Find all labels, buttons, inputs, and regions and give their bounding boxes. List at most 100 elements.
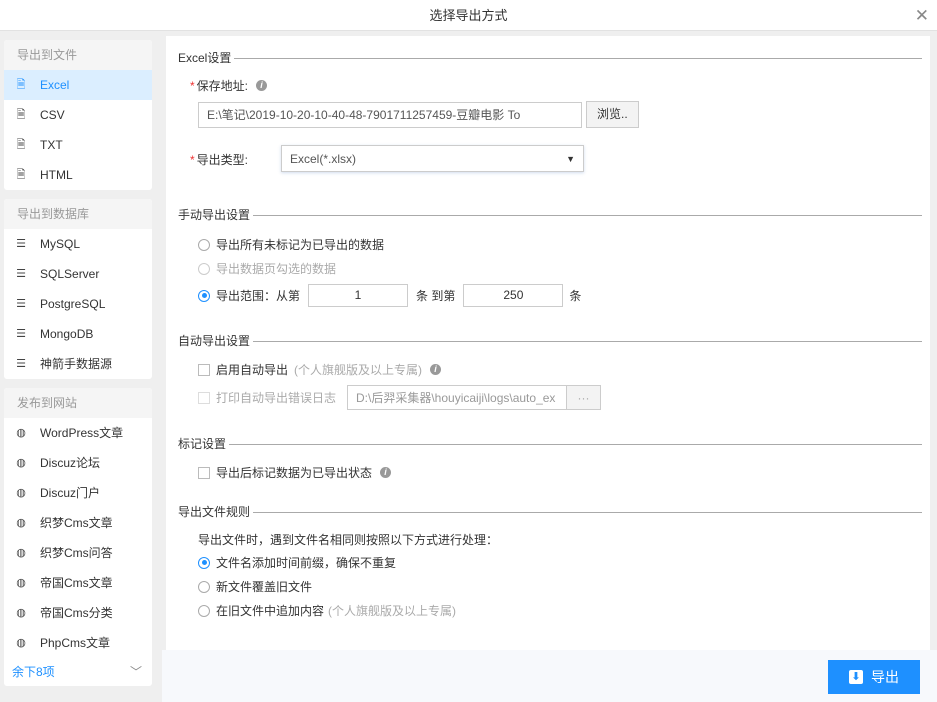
section-title: Excel设置 [178, 51, 232, 65]
radio-export-all[interactable]: 导出所有未标记为已导出的数据 [198, 236, 384, 253]
info-icon[interactable]: i [256, 80, 268, 91]
radio-icon[interactable] [198, 604, 210, 617]
settings-panel: Excel设置 * 保存地址: i E:\笔记\2019-10-20-10-40-4… [166, 36, 930, 650]
info-icon[interactable]: i [430, 364, 442, 375]
sidebar: 导出到文件 🗎 Excel 🗎 CSV 🗎 TXT 🗎 HTML 导出到数据库 ☰ MySQL ☰ SQL… [4, 40, 152, 695]
save-path-input[interactable]: E:\笔记\2019-10-20-10-40-48-7901711257459-… [198, 101, 582, 128]
sidebar-item--cms-[interactable]: ◍ 帝国Cms文章 [4, 568, 152, 598]
radio-icon[interactable] [198, 580, 210, 593]
checkbox-label: 打印自动导出错误日志 [216, 391, 337, 405]
sidebar-item--cms-[interactable]: ◍ 帝国Cms分类 [4, 598, 152, 628]
edition-note: (个人旗舰版及以上专属) [294, 363, 423, 377]
dropdown-arrow-icon: ▼ [566, 153, 575, 164]
sidebar-item-label: TXT [40, 138, 63, 152]
radio-icon[interactable] [198, 238, 210, 251]
sidebar-item-postgresql[interactable]: ☰ PostgreSQL [4, 289, 152, 319]
info-icon[interactable]: i [380, 467, 392, 478]
sidebar-group-header: 导出到文件 [4, 40, 152, 70]
range-unit-label: 条 到第 [416, 289, 456, 303]
sidebar-item-label: 织梦Cms文章 [40, 516, 113, 530]
select-value: Excel(*.xlsx) [290, 151, 357, 166]
log-path-input: D:\后羿采集器\houyicaiji\logs\auto_ex [347, 385, 567, 410]
file-icon: 🗎 [16, 139, 26, 151]
sidebar-item-csv[interactable]: 🗎 CSV [4, 100, 152, 130]
globe-icon: ◍ [16, 517, 26, 529]
log-browse-button: ··· [567, 385, 601, 410]
checkbox-enable-auto[interactable]: 启用自动导出 (个人旗舰版及以上专属) i [198, 361, 442, 378]
radio-add-timestamp[interactable]: 文件名添加时间前缀，确保不重复 [198, 554, 396, 571]
rules-description: 导出文件时，遇到文件名相同则按照以下方式进行处理： [198, 533, 499, 547]
sidebar-item-wordpress-[interactable]: ◍ WordPress文章 [4, 418, 152, 448]
section-excel: Excel设置 [178, 49, 922, 66]
close-icon[interactable]: ✕ [915, 0, 929, 31]
sidebar-item-label: PhpCms文章 [40, 636, 111, 650]
radio-icon[interactable] [198, 289, 210, 302]
file-icon: 🗎 [16, 169, 26, 181]
section-title: 导出文件规则 [178, 505, 251, 519]
chevron-down-icon: ﹀ [129, 665, 142, 679]
section-title: 标记设置 [178, 437, 227, 451]
sidebar-item-discuz-[interactable]: ◍ Discuz论坛 [4, 448, 152, 478]
checkbox-icon[interactable] [198, 363, 210, 376]
sidebar-item-label: Excel [40, 78, 70, 92]
radio-label: 导出所有未标记为已导出的数据 [216, 238, 385, 252]
sidebar-group: 导出到文件 🗎 Excel 🗎 CSV 🗎 TXT 🗎 HTML [4, 40, 152, 190]
sidebar-item-label: 神箭手数据源 [40, 357, 113, 371]
globe-icon: ◍ [16, 577, 26, 589]
sidebar-group: 导出到数据库 ☰ MySQL ☰ SQLServer ☰ PostgreSQL ☰ MongoD… [4, 199, 152, 379]
radio-export-checked: 导出数据页勾选的数据 [198, 260, 336, 277]
show-more-label: 余下8项 [12, 665, 55, 679]
radio-export-range[interactable]: 导出范围：从第 1 条 到第 250 条 [198, 284, 581, 307]
section-mark: 标记设置 [178, 435, 922, 452]
section-title: 手动导出设置 [178, 208, 251, 222]
radio-icon [198, 262, 210, 275]
sidebar-item-discuz-[interactable]: ◍ Discuz门户 [4, 478, 152, 508]
export-type-label: 导出类型: [196, 153, 249, 167]
sidebar-item-phpcms-[interactable]: ◍ PhpCms文章 [4, 628, 152, 658]
sidebar-item-mysql[interactable]: ☰ MySQL [4, 229, 152, 259]
section-rules: 导出文件规则 [178, 503, 922, 520]
file-icon: 🗎 [16, 109, 26, 121]
sidebar-item--cms-[interactable]: ◍ 织梦Cms问答 [4, 538, 152, 568]
checkbox-label: 导出后标记数据为已导出状态 [216, 466, 373, 480]
section-title: 自动导出设置 [178, 334, 251, 348]
sidebar-item-html[interactable]: 🗎 HTML [4, 160, 152, 190]
export-button[interactable]: ⬇ 导出 [828, 660, 920, 694]
sidebar-item-excel[interactable]: 🗎 Excel [4, 70, 152, 100]
database-icon: ☰ [16, 238, 26, 250]
sidebar-item-label: CSV [40, 108, 65, 122]
database-icon: ☰ [16, 268, 26, 280]
checkbox-print-log: 打印自动导出错误日志 [198, 389, 336, 406]
radio-append[interactable]: 在旧文件中追加内容 (个人旗舰版及以上专属) [198, 602, 456, 619]
export-type-select[interactable]: Excel(*.xlsx) ▼ [281, 145, 584, 172]
checkbox-icon[interactable] [198, 466, 210, 479]
range-unit-label: 条 [569, 289, 582, 303]
sidebar-item-label: MySQL [40, 237, 81, 251]
sidebar-item-mongodb[interactable]: ☰ MongoDB [4, 319, 152, 349]
globe-icon: ◍ [16, 457, 26, 469]
sidebar-item-label: WordPress文章 [40, 426, 124, 440]
edition-note: (个人旗舰版及以上专属) [328, 604, 457, 618]
range-from-input[interactable]: 1 [308, 284, 409, 307]
sidebar-item-label: HTML [40, 168, 73, 182]
range-to-input[interactable]: 250 [463, 284, 564, 307]
save-path-label: 保存地址: [196, 79, 249, 93]
sidebar-item-txt[interactable]: 🗎 TXT [4, 130, 152, 160]
radio-label: 导出数据页勾选的数据 [216, 262, 337, 276]
show-more-button[interactable]: 余下8项 ﹀ [4, 658, 152, 686]
database-icon: ☰ [16, 328, 26, 340]
sidebar-item-label: Discuz门户 [40, 486, 101, 500]
sidebar-item-sqlserver[interactable]: ☰ SQLServer [4, 259, 152, 289]
radio-icon[interactable] [198, 556, 210, 569]
browse-button[interactable]: 浏览.. [586, 101, 639, 128]
sidebar-item-label: MongoDB [40, 327, 94, 341]
radio-label: 新文件覆盖旧文件 [216, 580, 313, 594]
file-icon: 🗎 [16, 79, 26, 91]
checkbox-mark-exported[interactable]: 导出后标记数据为已导出状态 i [198, 464, 392, 481]
sidebar-item--[interactable]: ☰ 神箭手数据源 [4, 349, 152, 379]
sidebar-item-label: SQLServer [40, 267, 100, 281]
radio-overwrite[interactable]: 新文件覆盖旧文件 [198, 578, 312, 595]
sidebar-item-label: 帝国Cms文章 [40, 576, 113, 590]
sidebar-item--cms-[interactable]: ◍ 织梦Cms文章 [4, 508, 152, 538]
sidebar-group-header: 发布到网站 [4, 388, 152, 418]
